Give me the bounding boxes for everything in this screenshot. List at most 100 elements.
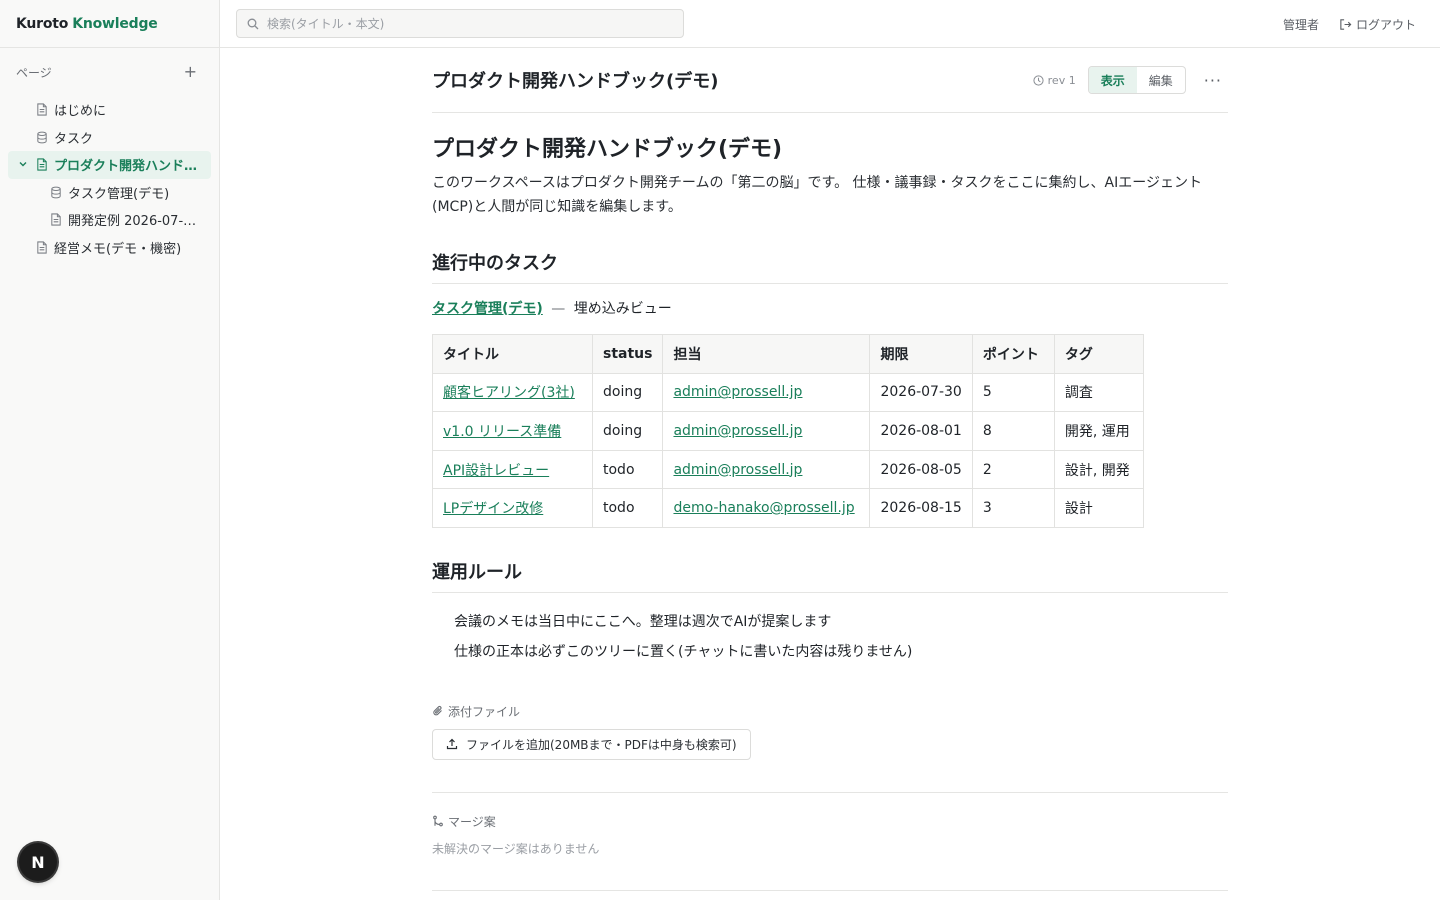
task-tags: 調査 xyxy=(1053,372,1144,413)
table-row: API設計レビュー todo admin@prossell.jp 2026-08… xyxy=(432,449,1144,490)
sidebar-item-label: 経営メモ(デモ・機密) xyxy=(54,241,182,257)
task-tags: 設計 xyxy=(1053,488,1144,528)
task-status: todo xyxy=(591,488,664,528)
task-points: 3 xyxy=(971,488,1055,528)
list-item: 会議のメモは当日中にここへ。整理は週次でAIが提案します xyxy=(454,613,832,630)
column-header-due[interactable]: 期限 xyxy=(869,334,973,374)
embed-suffix: 埋め込みビュー xyxy=(573,301,672,317)
task-title-link[interactable]: LPデザイン改修 xyxy=(443,501,543,517)
user-menu: 管理者 ログアウト xyxy=(1283,0,1416,48)
merge-empty-state: 未解決のマージ案はありません xyxy=(432,841,600,856)
attachments-section: 添付ファイル ファイルを追加(20MBまで・PDFは中身も検索可) xyxy=(432,703,1228,760)
task-title-link[interactable]: API設計レビュー xyxy=(443,463,549,479)
table-row: v1.0 リリース準備 doing admin@prossell.jp 2026… xyxy=(432,411,1144,451)
sidebar-item-dev-meeting[interactable]: 開発定例 2026-07-24(デモ) xyxy=(8,206,211,234)
task-status: doing xyxy=(591,372,664,413)
task-due-date: 2026-08-05 xyxy=(869,449,973,490)
search-input[interactable] xyxy=(267,16,667,31)
more-options-icon[interactable]: ··· xyxy=(1204,71,1222,90)
logout-icon xyxy=(1340,18,1352,30)
column-header-points[interactable]: ポイント xyxy=(971,334,1055,374)
task-assignee-link[interactable]: admin@prossell.jp xyxy=(673,423,802,439)
document-title: プロダクト開発ハンドブック(デモ) xyxy=(432,137,783,162)
view-mode-button[interactable]: 表示 xyxy=(1088,67,1137,93)
database-icon xyxy=(51,186,61,199)
user-name[interactable]: 管理者 xyxy=(1283,16,1319,33)
merge-label-text: マージ案 xyxy=(448,814,496,829)
pages-section-header: ページ + xyxy=(0,48,219,96)
column-header-tags[interactable]: タグ xyxy=(1053,334,1144,374)
list-item: 仕様の正本は必ずこのツリーに置く(チャットに書いた内容は残りません) xyxy=(454,643,913,660)
logout-button[interactable]: ログアウト xyxy=(1339,16,1416,33)
brand-name-part1: Kuroto xyxy=(16,15,69,32)
document-header-title: プロダクト開発ハンドブック(デモ) xyxy=(432,71,719,92)
search-box[interactable] xyxy=(236,9,684,38)
task-title-link[interactable]: 顧客ヒアリング(3社) xyxy=(443,385,575,401)
task-assignee-link[interactable]: demo-hanako@prossell.jp xyxy=(673,500,854,516)
task-due-date: 2026-08-01 xyxy=(869,411,973,451)
sidebar-item-tasks[interactable]: タスク xyxy=(8,124,211,152)
task-status: doing xyxy=(591,411,664,451)
view-edit-toggle: 表示 編集 xyxy=(1087,66,1186,94)
task-tags: 設計, 開発 xyxy=(1053,449,1144,490)
sidebar-item-handbook[interactable]: プロダクト開発ハンドブック(デモ) xyxy=(8,151,211,179)
document-header: プロダクト開発ハンドブック(デモ) rev 1 表示 編集 ··· xyxy=(432,48,1228,113)
section-divider xyxy=(432,791,1228,793)
brand-logo[interactable]: Kuroto Knowledge xyxy=(0,0,219,48)
sidebar-item-label: プロダクト開発ハンドブック(デモ) xyxy=(54,159,199,175)
paperclip-icon xyxy=(433,706,442,716)
sidebar-item-label: タスク管理(デモ) xyxy=(68,186,170,202)
sidebar: Kuroto Knowledge ページ + はじめに タスク プロダクト開発ハ… xyxy=(0,0,220,900)
table-row: 顧客ヒアリング(3社) doing admin@prossell.jp 2026… xyxy=(432,372,1144,413)
upload-icon xyxy=(446,739,458,750)
top-bar: 管理者 ログアウト xyxy=(220,0,1440,48)
pages-section-label: ページ xyxy=(16,65,52,80)
revision-indicator[interactable]: rev 1 xyxy=(1033,74,1076,87)
table-header-row: タイトル status 担当 期限 ポイント タグ xyxy=(432,334,1144,374)
clock-icon xyxy=(1033,74,1044,86)
chevron-down-icon[interactable] xyxy=(18,159,28,169)
document-area: プロダクト開発ハンドブック(デモ) rev 1 表示 編集 ··· プロダクト開… xyxy=(432,48,1228,891)
sidebar-item-label: タスク xyxy=(54,131,94,147)
search-icon xyxy=(247,18,259,29)
brand-name-part2: Knowledge xyxy=(72,15,158,32)
task-points: 5 xyxy=(971,372,1055,413)
document-toolbar: rev 1 表示 編集 ··· xyxy=(1033,66,1228,94)
task-due-date: 2026-08-15 xyxy=(869,488,973,528)
edit-mode-button[interactable]: 編集 xyxy=(1137,67,1185,93)
column-header-status[interactable]: status xyxy=(591,334,664,374)
sidebar-item-intro[interactable]: はじめに xyxy=(8,96,211,124)
column-header-title[interactable]: タイトル xyxy=(432,334,593,374)
page-tree: はじめに タスク プロダクト開発ハンドブック(デモ) タスク管理(デモ) 開発定… xyxy=(0,96,219,261)
task-status: todo xyxy=(591,449,664,490)
merge-proposals-section: マージ案 未解決のマージ案はありません xyxy=(432,813,1228,857)
logout-label: ログアウト xyxy=(1355,17,1416,32)
git-merge-icon xyxy=(433,816,443,827)
sidebar-item-management-memo[interactable]: 経営メモ(デモ・機密) xyxy=(8,234,211,262)
sidebar-item-label: 開発定例 2026-07-24(デモ) xyxy=(68,214,204,230)
embed-caption: タスク管理(デモ) — 埋め込みビュー xyxy=(432,298,1228,318)
task-table: タイトル status 担当 期限 ポイント タグ 顧客ヒアリング(3社) do… xyxy=(432,334,1144,528)
task-assignee-link[interactable]: admin@prossell.jp xyxy=(673,384,802,400)
sidebar-item-label: はじめに xyxy=(54,104,107,120)
attachments-label-text: 添付ファイル xyxy=(448,704,521,719)
add-file-label: ファイルを追加(20MBまで・PDFは中身も検索可) xyxy=(466,737,737,752)
dev-tools-badge[interactable]: N xyxy=(19,843,57,881)
database-icon xyxy=(37,131,47,144)
add-page-icon[interactable]: + xyxy=(184,64,197,80)
task-assignee-link[interactable]: admin@prossell.jp xyxy=(673,462,802,478)
embed-separator: — xyxy=(551,301,566,317)
task-tags: 開発, 運用 xyxy=(1053,411,1144,451)
document-icon xyxy=(37,158,47,171)
embed-source-link[interactable]: タスク管理(デモ) xyxy=(432,301,543,317)
task-points: 2 xyxy=(971,449,1055,490)
document-icon xyxy=(51,213,61,226)
merge-label: マージ案 xyxy=(432,813,1228,830)
section-divider xyxy=(432,889,1228,891)
column-header-assignee[interactable]: 担当 xyxy=(662,334,871,374)
sidebar-item-task-management[interactable]: タスク管理(デモ) xyxy=(8,179,211,207)
attachments-label: 添付ファイル xyxy=(432,703,1228,720)
add-file-button[interactable]: ファイルを追加(20MBまで・PDFは中身も検索可) xyxy=(432,728,751,760)
task-title-link[interactable]: v1.0 リリース準備 xyxy=(443,424,561,440)
rules-list: 会議のメモは当日中にここへ。整理は週次でAIが提案します 仕様の正本は必ずこのツ… xyxy=(432,607,1228,667)
